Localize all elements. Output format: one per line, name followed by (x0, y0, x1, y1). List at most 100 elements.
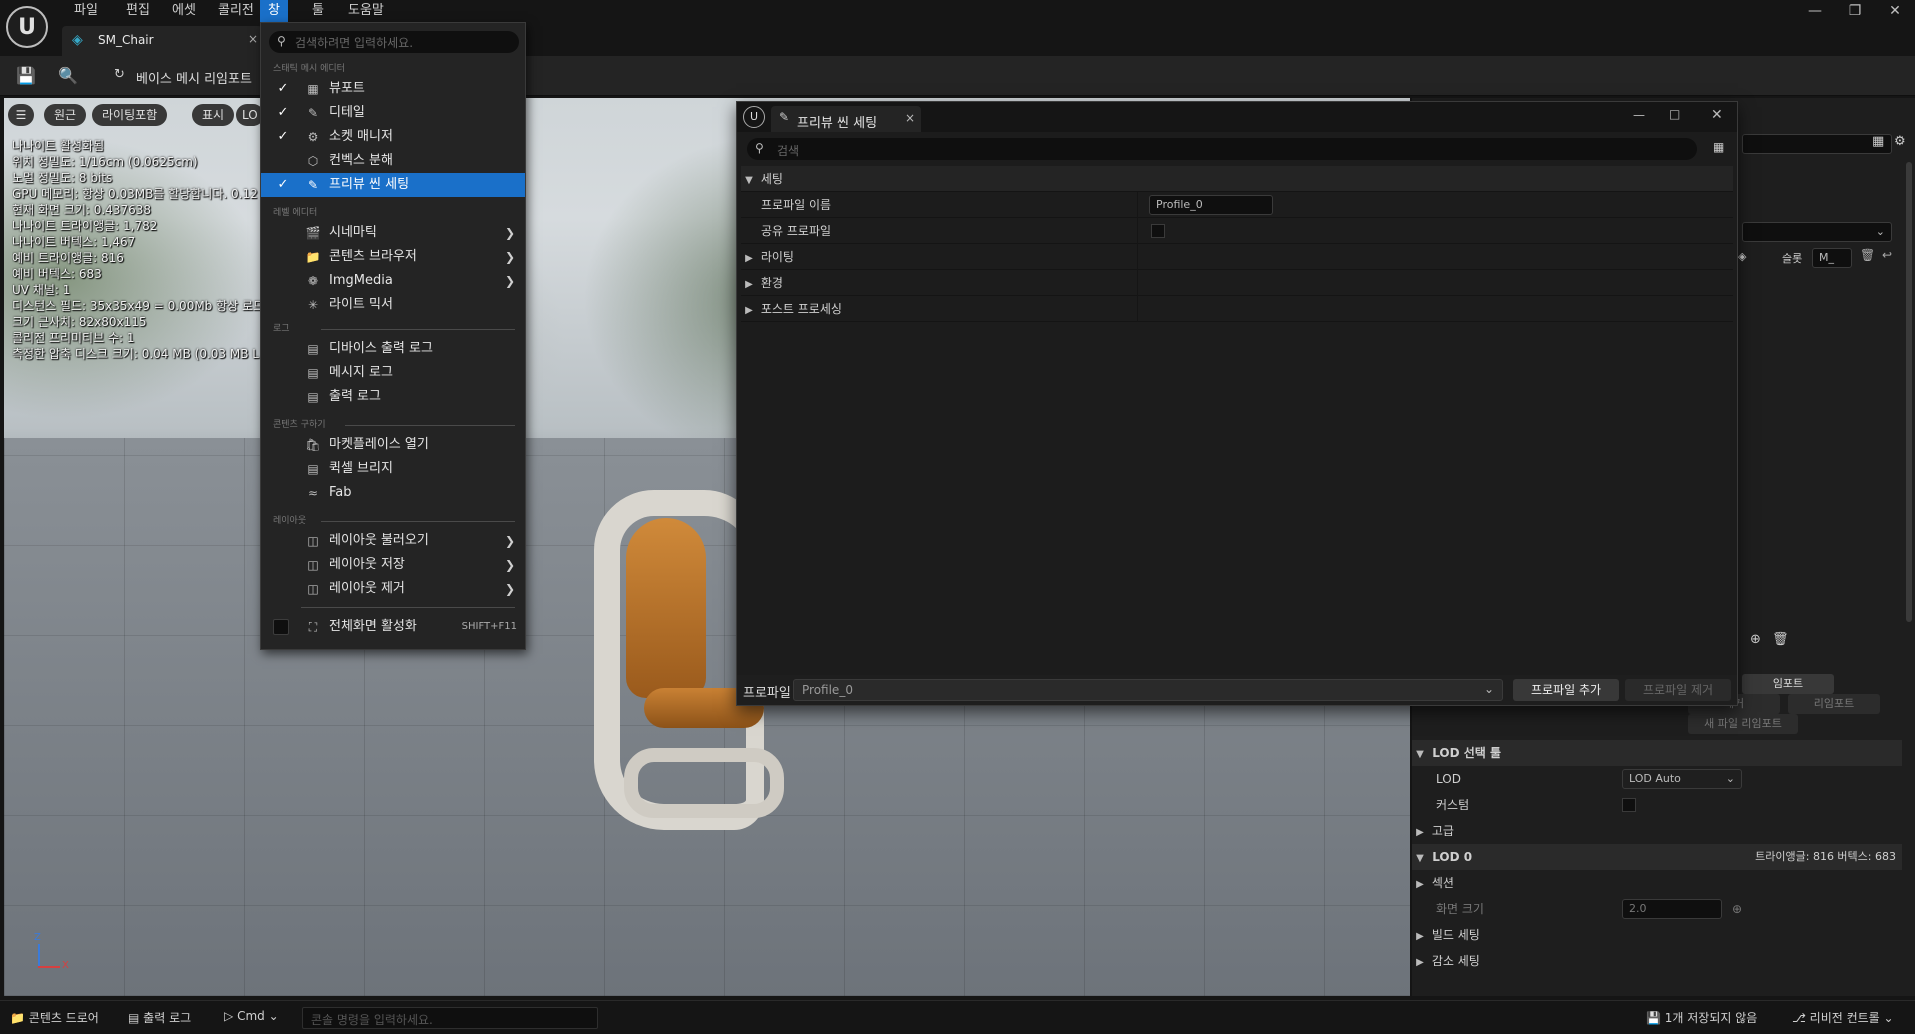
perspective-pill[interactable]: 원근 (44, 104, 87, 126)
table-view-icon[interactable]: ▦ (1872, 134, 1884, 149)
close-icon[interactable]: ✕ (1711, 107, 1723, 123)
maximize-icon[interactable]: □ (1669, 107, 1680, 121)
menu-item-convex-decomposition[interactable]: ⬡ 컨벡스 분해 (261, 149, 525, 173)
minimize-icon[interactable]: — (1633, 108, 1645, 122)
menu-item-open-marketplace[interactable]: 🛍 마켓플레이스 열기 (261, 433, 525, 457)
sections-row[interactable]: ▶ 섹션 (1412, 870, 1902, 896)
close-tab-icon[interactable]: × (905, 111, 915, 125)
reduction-settings-row[interactable]: ▶ 감소 세팅 (1412, 948, 1902, 974)
profile-name-input[interactable]: Profile_0 (1149, 195, 1273, 215)
menu-help[interactable]: 도움말 (340, 0, 392, 22)
menu-item-imgmedia[interactable]: ❁ ImgMedia ❯ (261, 269, 525, 293)
lod-picker-section[interactable]: ▼ LOD 선택 툴 (1412, 740, 1902, 766)
caret-right-icon: ▶ (1416, 931, 1424, 942)
details-scrollbar[interactable] (1906, 162, 1912, 622)
content-drawer-button[interactable]: 📁 콘텐츠 드로어 (10, 1009, 99, 1026)
browse-asset-icon[interactable]: 🔍 (58, 66, 78, 85)
menu-item-socket-manager[interactable]: ✓ ⚙ 소켓 매니저 (261, 125, 525, 149)
menu-item-quixel-bridge[interactable]: ▤ 퀵셀 브리지 (261, 457, 525, 481)
settings-icon[interactable]: ⚙ (1894, 134, 1906, 149)
menu-item-message-log[interactable]: ▤ 메시지 로그 (261, 361, 525, 385)
add-profile-button[interactable]: 프로파일 추가 (1513, 679, 1619, 701)
menu-collision[interactable]: 콜리전 (210, 0, 262, 22)
console-input[interactable]: 콘솔 명령을 입력하세요. (302, 1007, 598, 1029)
post-processing-group-row[interactable]: ▶ 포스트 프로세싱 (741, 296, 1733, 322)
reimport-button[interactable]: 리임포트 (1788, 694, 1880, 714)
remove-profile-button[interactable]: 프로파일 제거 (1625, 679, 1731, 701)
menu-item-fab[interactable]: ≈ Fab (261, 481, 525, 505)
material-dropdown[interactable]: ⌄ (1742, 222, 1892, 242)
settings-section-header[interactable]: ▼ 세팅 (741, 166, 1733, 192)
table-view-icon[interactable]: ▦ (1713, 140, 1724, 154)
menu-asset[interactable]: 에셋 (164, 0, 204, 22)
menu-item-output-log[interactable]: ▤ 출력 로그 (261, 385, 525, 409)
lighting-group-row[interactable]: ▶ 라이팅 (741, 244, 1733, 270)
save-icon[interactable]: 💾 (16, 66, 36, 85)
lod-dropdown[interactable]: LOD Auto ⌄ (1622, 769, 1742, 789)
shared-profile-checkbox[interactable] (1151, 224, 1165, 238)
profile-footer: 프로파일 Profile_0 ⌄ 프로파일 추가 프로파일 제거 (737, 675, 1737, 705)
menu-item-content-browser[interactable]: 📁 콘텐츠 브라우저 ❯ (261, 245, 525, 269)
caret-down-icon: ▼ (745, 175, 753, 186)
stat-line: 콜리전 프리미티브 수: 1 (12, 331, 135, 345)
reimport-base-mesh-button[interactable]: ↻ 베이스 메시 리임포트 (110, 64, 260, 88)
details-search-input[interactable] (1742, 134, 1892, 154)
slot-field[interactable]: M_ (1812, 248, 1852, 268)
output-log-button[interactable]: ▤ 출력 로그 (128, 1009, 191, 1026)
menu-item-viewport[interactable]: ✓ ▦ 뷰포트 (261, 77, 525, 101)
reset-icon[interactable]: ↩ (1882, 248, 1892, 262)
close-icon[interactable]: ✕ (1875, 0, 1915, 22)
window-title-bar[interactable]: U ✎ 프리뷰 씬 세팅 × — □ ✕ (737, 102, 1737, 132)
add-icon[interactable]: ⊕ (1750, 632, 1761, 647)
profile-dropdown[interactable]: Profile_0 ⌄ (793, 679, 1503, 701)
caret-right-icon: ▶ (745, 279, 753, 290)
close-tab-icon[interactable]: × (248, 32, 258, 46)
menu-search-input[interactable]: ⚲ 검색하려면 입력하세요. (269, 31, 519, 53)
texture-browse-icon[interactable]: ◈ (1738, 250, 1746, 263)
add-icon[interactable]: ⊕ (1732, 896, 1742, 922)
menu-item-details[interactable]: ✓ ✎ 디테일 (261, 101, 525, 125)
menu-tools[interactable]: 툴 (304, 0, 332, 22)
preview-scene-tab[interactable]: ✎ 프리뷰 씬 세팅 × (771, 106, 921, 132)
menu-item-device-output-log[interactable]: ▤ 디바이스 출력 로그 (261, 337, 525, 361)
cmd-dropdown[interactable]: ▷ Cmd ⌄ (224, 1009, 279, 1023)
menu-edit[interactable]: 편집 (118, 0, 158, 22)
menu-item-label: 마켓플레이스 열기 (329, 437, 429, 452)
settings-search-input[interactable]: ⚲ 검색 (747, 138, 1697, 160)
menu-window[interactable]: 창 (260, 0, 288, 22)
menu-item-remove-layout[interactable]: ◫ 레이아웃 제거 ❯ (261, 577, 525, 601)
delete-slot-icon[interactable]: 🗑 (1860, 248, 1875, 262)
menu-search-placeholder: 검색하려면 입력하세요. (295, 36, 414, 50)
restore-icon[interactable]: ❐ (1835, 0, 1875, 22)
viewport-options-icon[interactable]: ☰ (8, 104, 34, 126)
menu-file[interactable]: 파일 (66, 0, 106, 22)
show-pill[interactable]: 표시 (192, 104, 235, 126)
minimize-icon[interactable]: — (1795, 0, 1835, 22)
menu-item-preview-scene-settings[interactable]: ✓ ✎ 프리뷰 씬 세팅 (261, 173, 525, 197)
trash-icon[interactable]: 🗑 (1772, 632, 1789, 647)
menu-item-label: 디바이스 출력 로그 (329, 341, 433, 356)
import-button[interactable]: 임포트 (1742, 674, 1834, 694)
environment-group-row[interactable]: ▶ 환경 (741, 270, 1733, 296)
new-file-reimport-button[interactable]: 새 파일 리임포트 (1688, 714, 1798, 734)
unsaved-assets-button[interactable]: 💾 1개 저장되지 않음 (1646, 1009, 1757, 1026)
advanced-row[interactable]: ▶ 고급 (1412, 818, 1902, 844)
stat-line: 위치 정밀도: 1/16cm (0.0625cm) (12, 155, 198, 169)
menu-item-save-layout[interactable]: ◫ 레이아웃 저장 ❯ (261, 553, 525, 577)
screen-size-field[interactable]: 2.0 (1622, 899, 1722, 919)
stat-line: 현재 화면 크기: 0.437638 (12, 203, 151, 217)
fullscreen-checkbox[interactable] (273, 619, 289, 635)
asset-tab[interactable]: ◈ SM_Chair × (62, 26, 262, 56)
menu-item-load-layout[interactable]: ◫ 레이아웃 불러오기 ❯ (261, 529, 525, 553)
lod0-stats: 트라이앵글: 816 버텍스: 683 (1755, 850, 1896, 863)
build-settings-row[interactable]: ▶ 빌드 세팅 (1412, 922, 1902, 948)
unreal-logo-icon[interactable]: U (6, 6, 48, 48)
lit-mode-pill[interactable]: 라이팅포함 (92, 104, 168, 126)
lighting-label: 라이팅 (760, 250, 794, 264)
menu-item-light-mixer[interactable]: ✳ 라이트 믹서 (261, 293, 525, 317)
custom-checkbox[interactable] (1622, 798, 1636, 812)
menu-item-cinematics[interactable]: 🎬 시네마틱 ❯ (261, 221, 525, 245)
lod0-section[interactable]: ▼ LOD 0 트라이앵글: 816 버텍스: 683 (1412, 844, 1902, 870)
revision-control-button[interactable]: ⎇ 리비전 컨트롤 ⌄ (1792, 1009, 1894, 1026)
menu-item-enable-fullscreen[interactable]: ⛶ 전체화면 활성화 SHIFT+F11 (261, 615, 525, 639)
